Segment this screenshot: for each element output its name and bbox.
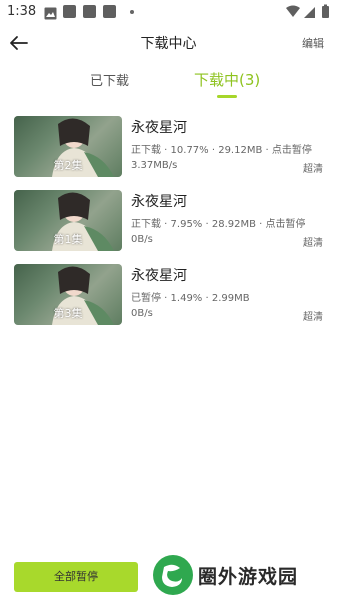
video-quality: 超清 (303, 238, 323, 249)
download-item[interactable]: 第3集 永夜星河 已暂停 · 1.49% · 2.99MB 0B/s 超清 (0, 258, 337, 332)
video-thumbnail: 第2集 (14, 116, 122, 177)
download-list: 第2集 永夜星河 正下载 · 10.77% · 29.12MB · 点击暂停 3… (0, 110, 337, 332)
more-notifications-icon (130, 10, 134, 14)
watermark-text: 圈外游戏园 (198, 566, 299, 588)
pause-all-button[interactable]: 全部暂停 (14, 562, 138, 592)
download-tabs: 已下载 下载中(3) (0, 62, 337, 102)
download-center-screen: 1:38 下载中心 编辑 已下载 下载中(3) 第2集 永夜星河 正下载 · 1… (0, 0, 337, 600)
tab-downloaded[interactable]: 已下载 (90, 70, 129, 89)
download-item[interactable]: 第2集 永夜星河 正下载 · 10.77% · 29.12MB · 点击暂停 3… (0, 110, 337, 184)
page-title: 下载中心 (140, 36, 197, 52)
download-speed: 0B/s (131, 234, 153, 245)
download-speed: 3.37MB/s (131, 160, 178, 171)
download-status: 正下载 · 7.95% · 28.92MB · 点击暂停 (131, 219, 306, 230)
download-speed: 0B/s (131, 308, 153, 319)
download-status: 正下载 · 10.77% · 29.12MB · 点击暂停 (131, 145, 312, 156)
status-time: 1:38 (7, 4, 37, 19)
watermark-logo-icon (153, 555, 193, 595)
episode-label: 第2集 (53, 159, 83, 172)
status-bar: 1:38 (0, 0, 337, 24)
video-thumbnail: 第1集 (14, 190, 122, 251)
notification-icon (103, 5, 116, 18)
notification-icon (63, 5, 76, 18)
watermark-logo: 圈外游戏园 (152, 553, 332, 597)
active-tab-indicator (217, 95, 237, 98)
video-quality: 超清 (303, 312, 323, 323)
image-icon (44, 5, 57, 20)
download-item[interactable]: 第1集 永夜星河 正下载 · 7.95% · 28.92MB · 点击暂停 0B… (0, 184, 337, 258)
video-quality: 超清 (303, 164, 323, 175)
video-title: 永夜星河 (131, 268, 187, 284)
edit-button[interactable]: 编辑 (302, 35, 324, 51)
episode-label: 第3集 (53, 307, 83, 320)
download-status: 已暂停 · 1.49% · 2.99MB (131, 293, 250, 304)
wifi-signal-battery-icon (286, 4, 329, 18)
tab-downloading[interactable]: 下载中(3) (194, 69, 260, 90)
video-title: 永夜星河 (131, 194, 187, 210)
episode-label: 第1集 (53, 233, 83, 246)
video-title: 永夜星河 (131, 120, 187, 136)
video-thumbnail: 第3集 (14, 264, 122, 325)
status-right-icons (285, 4, 331, 20)
app-header: 下载中心 编辑 (0, 26, 337, 60)
notification-icon (83, 5, 96, 18)
